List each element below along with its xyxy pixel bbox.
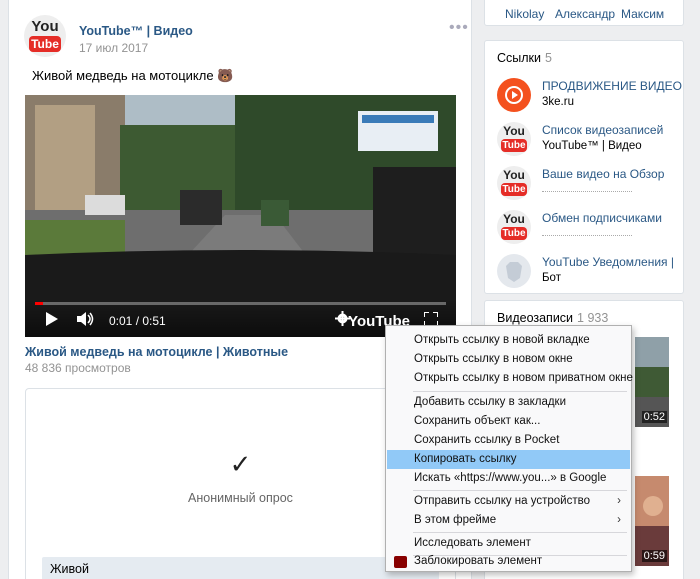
logo-text-tube: Tube [501,139,527,152]
menu-bookmark-link[interactable]: Добавить ссылку в закладки [387,393,630,412]
logo-text-you: You [503,168,525,182]
link-subtitle: Бот [542,272,561,284]
logo-text-you: You [503,212,525,226]
logo-text-you: You [31,18,59,35]
links-header[interactable]: Ссылки 5 [497,51,552,65]
logo-text-tube: Tube [501,183,527,196]
menu-separator [413,391,627,392]
videos-header[interactable]: Видеозаписи 1 933 [497,311,608,325]
placeholder-line [542,235,632,236]
placeholder-line [542,191,632,192]
menu-open-private-window[interactable]: Открыть ссылку в новом приватном окне [387,369,633,388]
time-display: 0:01 / 0:51 [109,314,166,328]
play-circle-icon [497,78,531,115]
vk-dog-icon [497,254,531,291]
videos-count: 1 933 [577,311,609,325]
links-block: Ссылки 5 ПРОДВИЖЕНИЕ ВИДЕО 3ke.ru You Tube… [484,40,684,294]
post-date[interactable]: 17 июл 2017 [79,41,148,55]
menu-open-new-tab[interactable]: Открыть ссылку в новой вкладке [387,331,630,350]
menu-item-label: В этом фрейме [414,514,497,526]
play-icon[interactable] [45,312,59,329]
link-item[interactable]: YouTube Уведомления | Бот [497,254,682,290]
link-title[interactable]: Список видеозаписей [542,123,663,137]
submenu-arrow-icon: › [617,495,621,507]
video-title-link[interactable]: Живой медведь на мотоцикле | Животные [25,345,288,359]
friend-name[interactable]: Александр [555,7,615,21]
menu-this-frame[interactable]: В этом фрейме › [387,511,630,530]
video-thumbnail[interactable]: 0:59 [635,476,669,566]
menu-save-to-pocket[interactable]: Сохранить ссылку в Pocket [387,431,630,450]
link-subtitle: YouTube™ | Видео [542,140,642,152]
context-menu: Открыть ссылку в новой вкладке Открыть с… [385,325,633,572]
menu-send-to-device[interactable]: Отправить ссылку на устройство › [387,492,630,511]
menu-item-label: Отправить ссылку на устройство [414,495,590,507]
link-item[interactable]: ПРОДВИЖЕНИЕ ВИДЕО 3ke.ru [497,78,682,114]
submenu-arrow-icon: › [617,514,621,526]
menu-copy-link[interactable]: Копировать ссылку [387,450,630,469]
friends-strip: Nikolay Александр Максим [484,0,684,26]
links-count: 5 [545,51,552,65]
link-item[interactable]: You Tube Список видеозаписей YouTube™ | В… [497,122,682,158]
ublock-shield-icon [394,556,407,568]
friend-name[interactable]: Максим [621,7,664,21]
progress-bar[interactable] [35,302,446,305]
menu-block-element[interactable]: Заблокировать элемент [387,552,630,571]
videos-title: Видеозаписи [497,311,574,325]
logo-text-you: You [503,124,525,138]
video-thumbnail[interactable]: 0:52 [635,337,669,427]
menu-open-new-window[interactable]: Открыть ссылку в новом окне [387,350,630,369]
menu-search-google[interactable]: Искать «https://www.you...» в Google [387,469,630,488]
menu-separator [413,490,627,491]
links-title: Ссылки [497,51,542,65]
video-player[interactable]: 0:01 / 0:51 YouTube [25,95,456,337]
video-duration: 0:52 [641,411,667,423]
link-title[interactable]: YouTube Уведомления | [542,255,674,269]
logo-text-tube: Tube [29,36,61,52]
author-avatar[interactable]: You Tube [24,15,66,57]
progress-fill [35,302,44,305]
video-duration: 0:59 [641,550,667,562]
link-subtitle: 3ke.ru [542,96,574,108]
menu-separator [413,532,627,533]
link-item[interactable]: You Tube Обмен подписчиками [497,210,682,246]
friend-name[interactable]: Nikolay [505,7,544,21]
post-author[interactable]: YouTube™ | Видео [79,24,193,38]
youtube-logo-icon: You Tube [497,122,531,156]
menu-save-as[interactable]: Сохранить объект как... [387,412,630,431]
link-item[interactable]: You Tube Ваше видео на Обзор [497,166,682,202]
logo-text-tube: Tube [501,227,527,240]
youtube-logo-icon: You Tube [497,210,531,244]
youtube-logo-icon: You Tube [497,166,531,200]
menu-inspect-element[interactable]: Исследовать элемент [387,534,630,553]
link-title[interactable]: Ваше видео на Обзор [542,167,664,181]
volume-icon[interactable] [77,312,95,329]
menu-item-label: Заблокировать элемент [414,555,543,567]
post-text: Живой медведь на мотоцикле 🐻 [32,68,234,83]
link-title[interactable]: Обмен подписчиками [542,211,662,225]
poll-option[interactable]: Живой [42,557,439,579]
more-icon[interactable]: ••• [449,19,469,37]
link-title[interactable]: ПРОДВИЖЕНИЕ ВИДЕО [542,79,682,93]
video-views: 48 836 просмотров [25,361,131,375]
